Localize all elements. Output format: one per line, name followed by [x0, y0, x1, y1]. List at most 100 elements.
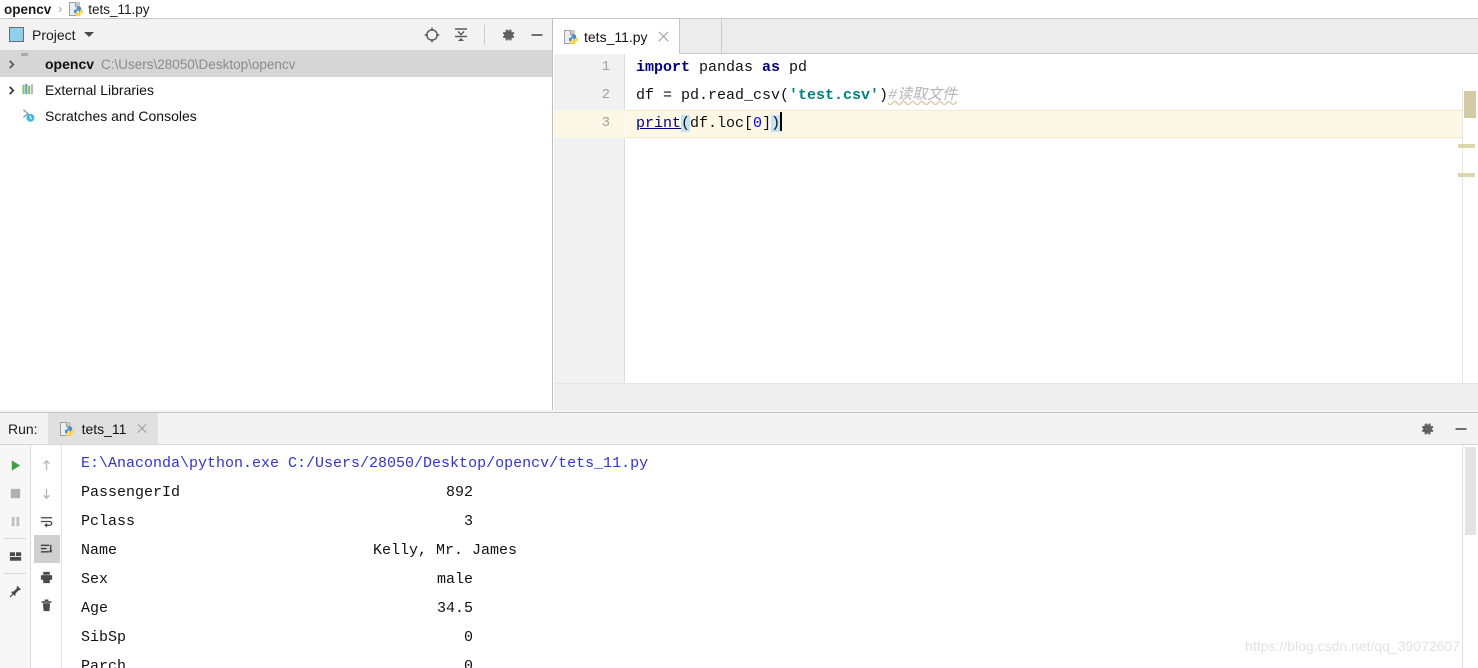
scroll-to-end-icon[interactable]: [33, 535, 60, 563]
trash-icon[interactable]: [34, 591, 60, 619]
gear-icon[interactable]: [499, 26, 517, 44]
collapse-all-icon[interactable]: [452, 26, 470, 44]
project-window-icon: [9, 27, 24, 42]
module-name: pandas: [690, 59, 763, 76]
project-tool-window: Project opencv C:\Users\28050\Desktop\op…: [0, 19, 553, 410]
folder-icon: [21, 56, 38, 72]
console-row: SibSp 0: [81, 623, 1462, 652]
editor-tab-tets_11[interactable]: tets_11.py: [554, 19, 680, 54]
tree-item-opencv[interactable]: opencv C:\Users\28050\Desktop\opencv: [0, 51, 552, 77]
run-toolbar-left: [0, 445, 31, 668]
code-text[interactable]: import pandas as pd df = pd.read_csv('te…: [626, 54, 1478, 383]
code-expression: df = pd.read_csv(: [636, 87, 790, 104]
console-row-key: SibSp: [81, 629, 127, 646]
run-panel-header-toolbar: [1418, 413, 1470, 445]
console-row-value: 3: [463, 513, 473, 530]
editor-marker[interactable]: [1458, 144, 1475, 148]
code-comment: #读取文件: [888, 87, 958, 104]
bracket-match-open: (: [681, 115, 691, 132]
code-line-2: df = pd.read_csv('test.csv')#读取文件: [636, 82, 957, 110]
console-row: Sex male: [81, 565, 1462, 594]
python-file-icon: [59, 421, 74, 436]
close-icon[interactable]: [136, 423, 148, 435]
toolbar-divider: [4, 573, 26, 574]
run-icon[interactable]: [2, 451, 28, 479]
console-command-line: E:\Anaconda\python.exe C:/Users/28050/De…: [81, 455, 649, 472]
project-title-group[interactable]: Project: [0, 27, 94, 43]
pause-icon[interactable]: [2, 507, 28, 535]
run-panel-label: Run:: [8, 420, 38, 437]
close-icon[interactable]: [657, 30, 670, 43]
arrow-down-icon[interactable]: [34, 479, 60, 507]
line-number: 3: [601, 115, 610, 131]
run-panel-body: E:\Anaconda\python.exe C:/Users/28050/De…: [0, 445, 1478, 668]
console-row-value: 0: [463, 629, 473, 646]
tree-item-label: External Libraries: [45, 82, 154, 98]
console-row-value: Kelly, Mr. James: [373, 542, 518, 559]
tree-item-path: C:\Users\28050\Desktop\opencv: [101, 56, 296, 72]
tree-item-label: opencv: [45, 56, 95, 72]
chevron-right-icon[interactable]: [4, 57, 19, 72]
gear-icon[interactable]: [1418, 420, 1436, 438]
pycharm-window: opencv › tets_11.py Project opencv C:\Us…: [0, 0, 1478, 668]
run-tab-tets_11[interactable]: tets_11: [47, 413, 159, 444]
locate-target-icon[interactable]: [423, 26, 441, 44]
code-close-bracket: ]: [762, 115, 772, 132]
console-scrollbar-thumb[interactable]: [1465, 447, 1476, 535]
project-tree: opencv C:\Users\28050\Desktop\opencv Ext…: [0, 51, 552, 129]
code-expression: df.loc[: [690, 115, 754, 132]
keyword-as: as: [762, 59, 781, 76]
code-close-paren: ): [879, 87, 889, 104]
breadcrumb-separator: ›: [58, 2, 63, 16]
console-row: Name Kelly, Mr. James: [81, 536, 1462, 565]
function-print: print: [636, 115, 682, 132]
project-panel-title: Project: [32, 26, 76, 43]
tree-item-scratches-and-consoles[interactable]: Scratches and Consoles: [0, 103, 552, 129]
run-panel-header: Run: tets_11: [0, 413, 1478, 445]
soft-wrap-icon[interactable]: [34, 507, 60, 535]
arrow-up-icon[interactable]: [34, 451, 60, 479]
project-panel-toolbar: [423, 19, 546, 51]
chevron-down-icon[interactable]: [83, 32, 94, 37]
run-toolbar-right: [32, 445, 62, 668]
editor-marker-strip[interactable]: [1458, 89, 1478, 418]
editor-scrollbar-thumb[interactable]: [1464, 91, 1476, 118]
stop-icon[interactable]: [2, 479, 28, 507]
editor-marker[interactable]: [1458, 173, 1475, 177]
console-row-key: Name: [81, 542, 118, 559]
console-row-key: PassengerId: [81, 484, 181, 501]
minimize-icon[interactable]: [528, 26, 546, 44]
minimize-icon[interactable]: [1452, 420, 1470, 438]
code-editor[interactable]: 1 2 3 import pandas as pd df = pd.read_c…: [554, 54, 1478, 418]
editor-tab-bar: tets_11.py: [554, 19, 1478, 54]
console-row-value: 0: [463, 658, 473, 668]
python-file-icon: [564, 29, 579, 44]
line-number: 2: [601, 87, 610, 103]
run-tool-window: Run: tets_11 E:\Anaconda\python.exe C:/U…: [0, 412, 1478, 668]
text-caret: [780, 112, 783, 131]
console-scrollbar[interactable]: [1462, 445, 1478, 668]
console-row: Parch 0: [81, 652, 1462, 668]
code-line-3: print(df.loc[0]): [636, 110, 783, 138]
chevron-right-icon[interactable]: [4, 83, 19, 98]
print-icon[interactable]: [34, 563, 60, 591]
keyword-import: import: [636, 59, 691, 76]
console-row: PassengerId 892: [81, 478, 1462, 507]
tree-item-external-libraries[interactable]: External Libraries: [0, 77, 552, 103]
console-output[interactable]: E:\Anaconda\python.exe C:/Users/28050/De…: [63, 445, 1462, 668]
toolbar-divider: [484, 25, 485, 45]
python-file-icon: [69, 2, 84, 17]
toolbar-divider: [4, 538, 26, 539]
pin-icon[interactable]: [2, 577, 28, 605]
breadcrumb: opencv › tets_11.py: [0, 0, 1478, 19]
breadcrumb-file[interactable]: tets_11.py: [88, 2, 149, 17]
console-row-key: Sex: [81, 571, 109, 588]
layout-icon[interactable]: [2, 542, 28, 570]
breadcrumb-project[interactable]: opencv: [4, 2, 51, 17]
console-row-key: Pclass: [81, 513, 136, 530]
editor-tab-label: tets_11.py: [584, 28, 648, 45]
number-literal: 0: [753, 115, 763, 132]
code-line-1: import pandas as pd: [636, 54, 807, 82]
console-row-value: male: [436, 571, 473, 588]
scratches-icon: [21, 108, 38, 124]
